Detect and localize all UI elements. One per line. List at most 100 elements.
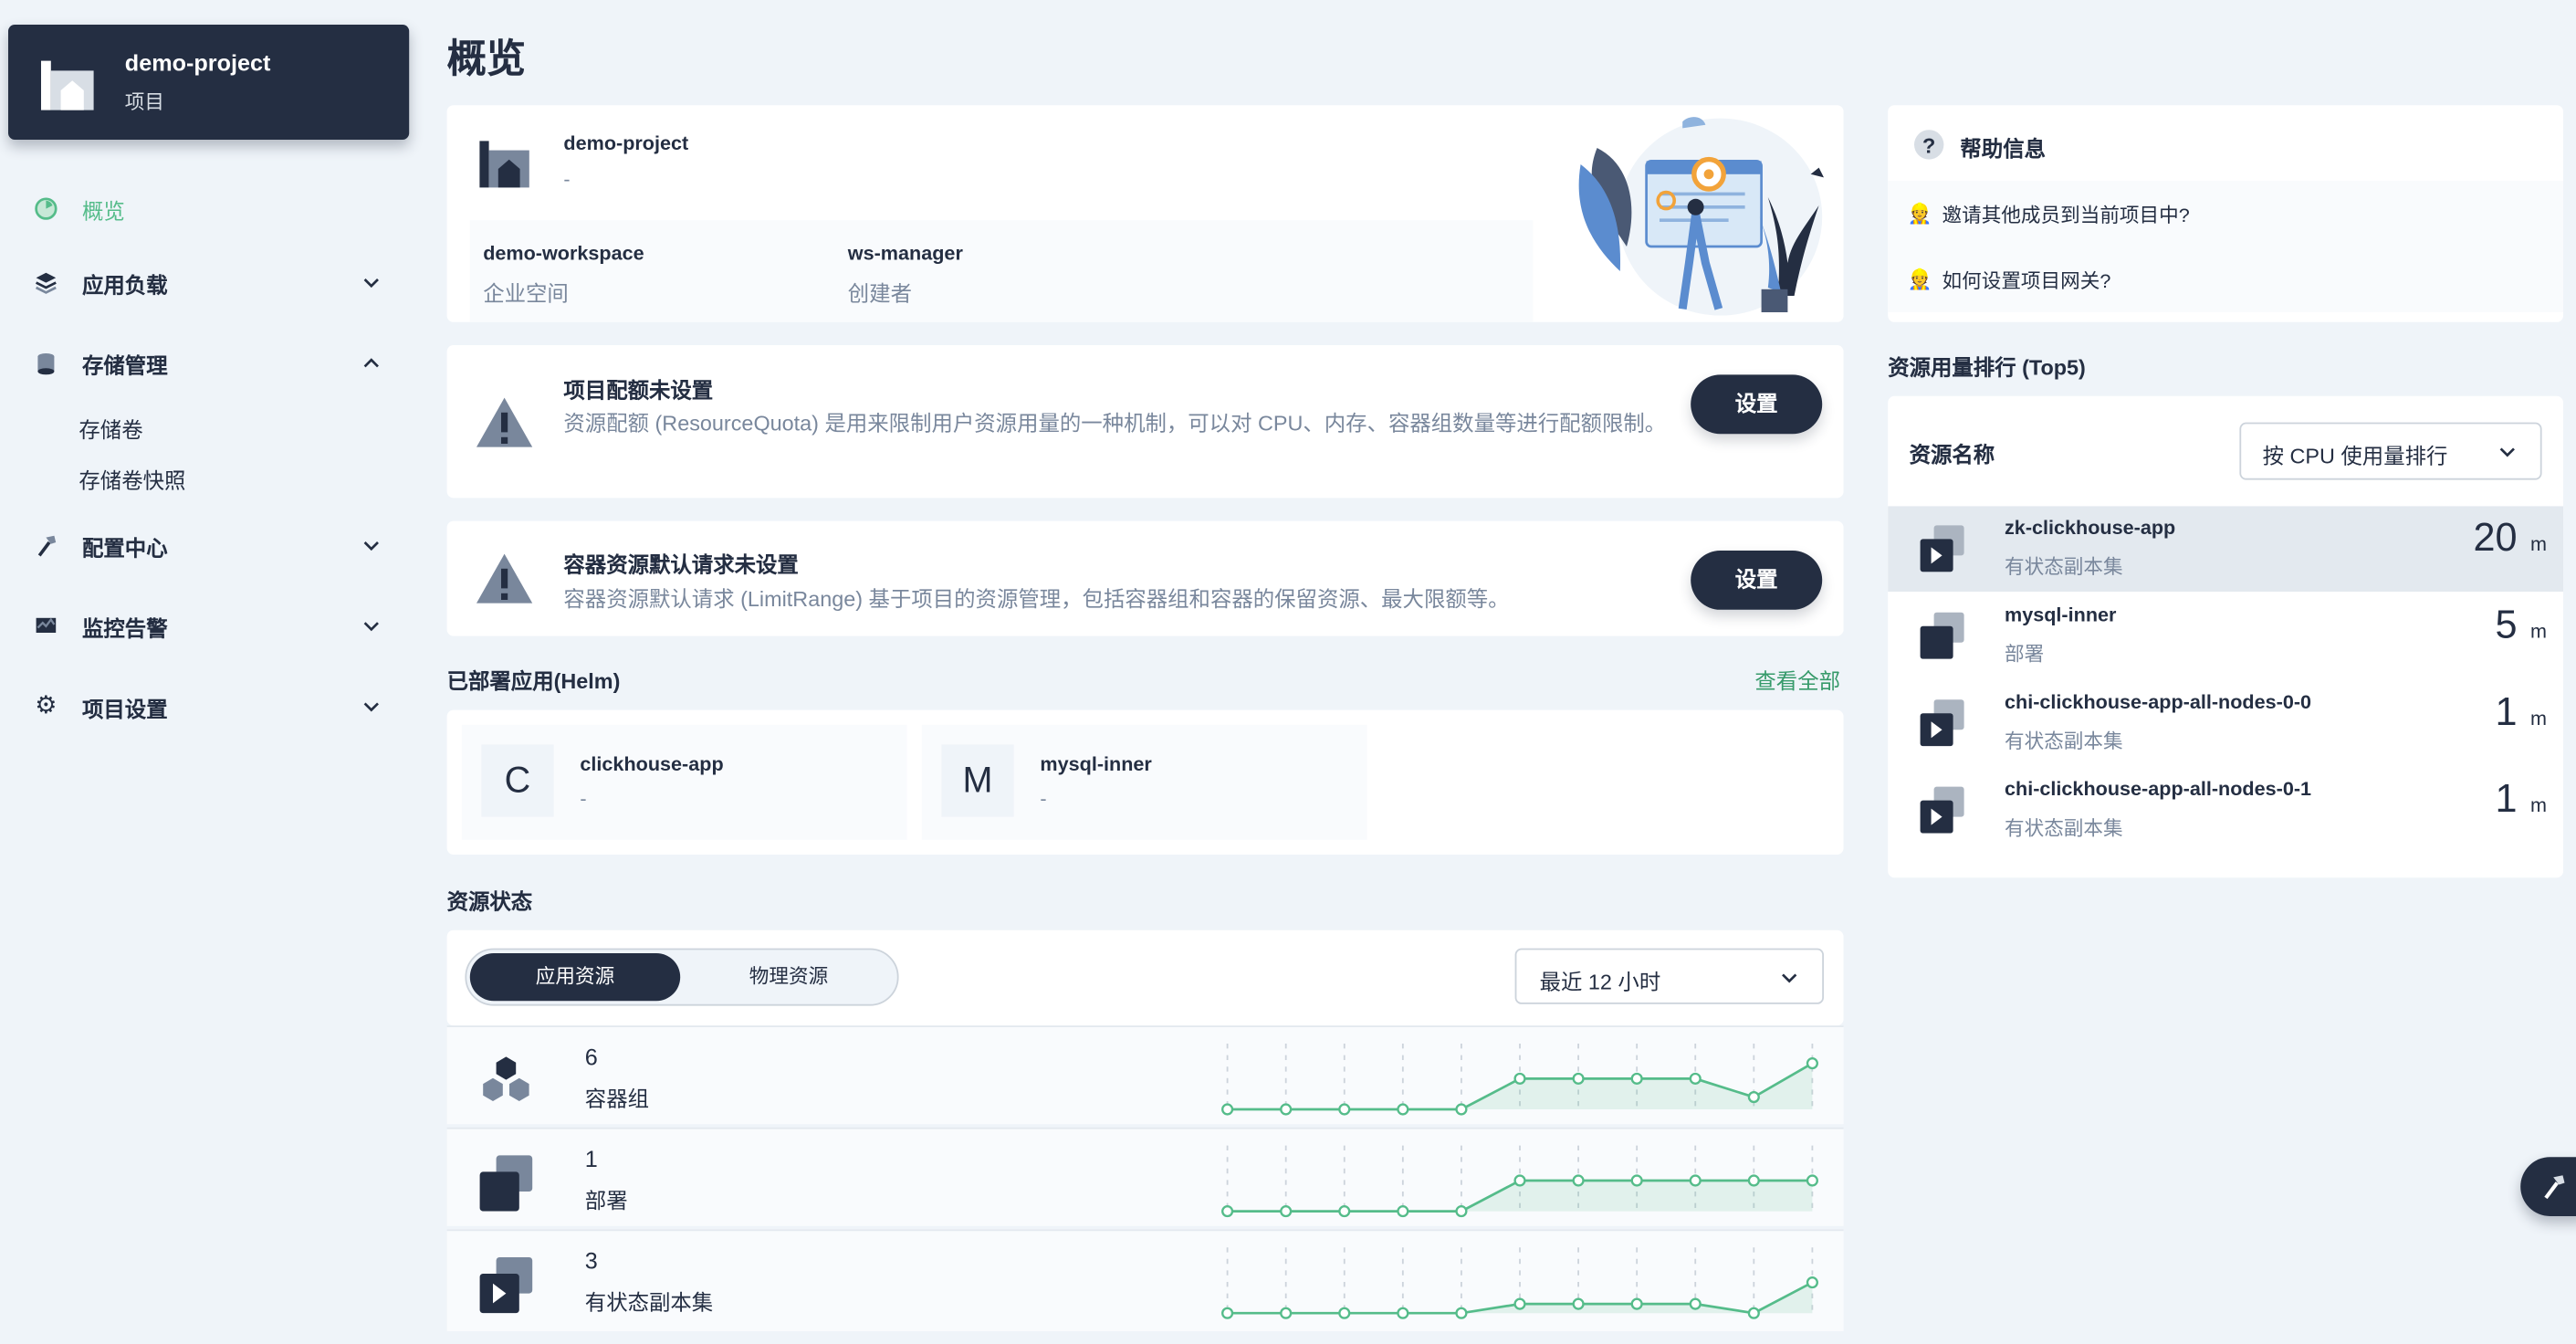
project-illustration: [1578, 117, 1824, 316]
workspace-label: 企业空间: [483, 280, 569, 306]
resource-count: 3: [584, 1247, 598, 1274]
resource-label: 部署: [584, 1188, 628, 1213]
resource-status-title: 资源状态: [446, 888, 533, 914]
ranking-resource-type: 有状态副本集: [2005, 816, 2123, 840]
resource-label: 容器组: [584, 1086, 650, 1111]
chevron-down-icon: [2499, 447, 2515, 457]
trend-point: [1806, 1174, 1818, 1187]
project-info-card: demo-project - demo-workspace 企业空间 ws-ma…: [446, 105, 1844, 322]
trend-point: [1572, 1072, 1585, 1085]
hammer-icon: [2544, 1175, 2565, 1200]
warning-icon: [476, 397, 533, 447]
trend-point: [1455, 1307, 1468, 1319]
project-card[interactable]: demo-project 项目: [8, 25, 410, 140]
project-meta: [469, 220, 1534, 322]
project-name: demo-project: [124, 49, 271, 76]
trend-point: [1221, 1103, 1234, 1116]
trend-point: [1630, 1072, 1643, 1085]
sidebar-item-overview[interactable]: 概览: [33, 189, 394, 228]
person-icon: 👷: [1907, 202, 1932, 226]
trend-point: [1806, 1276, 1818, 1289]
quota-warning-card: 项目配额未设置 资源配额 (ResourceQuota) 是用来限制用户资源用量…: [446, 345, 1844, 499]
tab-app-resources[interactable]: 应用资源: [469, 953, 681, 1002]
resource-count: 6: [584, 1044, 598, 1070]
sidebar-item-label: 概览: [82, 197, 125, 223]
ranking-sort-select[interactable]: 按 CPU 使用量排行: [2239, 422, 2542, 480]
resource-row-statefulsets[interactable]: 3 有状态副本集: [446, 1229, 1844, 1331]
help-item-label: 邀请其他成员到当前项目中?: [1942, 203, 2190, 226]
sidebar-item-monitoring[interactable]: 监控告警: [33, 606, 394, 646]
trend-point: [1513, 1174, 1526, 1187]
ranking-row[interactable]: chi-clickhouse-app-all-nodes-0-0 有状态副本集 …: [1888, 680, 2563, 766]
view-all-link[interactable]: 查看全部: [1754, 664, 1840, 695]
resource-row-deployments[interactable]: 1 部署: [446, 1127, 1844, 1226]
trend-point: [1455, 1205, 1468, 1218]
limitrange-warning-title: 容器资源默认请求未设置: [563, 551, 799, 577]
sidebar-subitem-volumes[interactable]: 存储卷: [79, 413, 142, 444]
chevron-down-icon: [363, 278, 379, 289]
trend-point: [1280, 1205, 1293, 1218]
sidebar-item-config[interactable]: 配置中心: [33, 526, 394, 565]
app-name: clickhouse-app: [580, 752, 724, 776]
quota-warning-title: 项目配额未设置: [563, 378, 714, 403]
ranking-title: 资源用量排行 (Top5): [1888, 354, 2086, 380]
sidebar-item-storage[interactable]: 存储管理: [33, 343, 394, 383]
trend-point: [1397, 1205, 1409, 1218]
help-item-gateway[interactable]: 👷 如何设置项目网关?: [1888, 247, 2563, 312]
trend-point: [1397, 1307, 1409, 1319]
project-icon: [41, 60, 94, 110]
ranking-row[interactable]: mysql-inner 部署 5m: [1888, 593, 2563, 679]
sidebar-item-workloads[interactable]: 应用负载: [33, 263, 394, 302]
ranking-resource-name: chi-clickhouse-app-all-nodes-0-0: [2005, 690, 2312, 714]
time-range-select[interactable]: 最近 12 小时: [1514, 948, 1824, 1004]
trend-point: [1689, 1297, 1702, 1310]
quota-settings-button[interactable]: 设置: [1691, 374, 1823, 435]
ranking-resource-type: 部署: [2005, 642, 2045, 666]
trend-point: [1747, 1307, 1760, 1319]
quota-warning-desc: 资源配额 (ResourceQuota) 是用来限制用户资源用量的一种机制，可以…: [563, 411, 1667, 436]
trend-point: [1747, 1090, 1760, 1104]
statefulset-icon: [479, 1257, 533, 1314]
dashboard-icon: [33, 195, 59, 222]
ranking-resource-name: mysql-inner: [2005, 603, 2117, 626]
statefulset-icon: [1920, 786, 1964, 834]
sidebar-item-label: 存储管理: [82, 352, 168, 378]
trend-point: [1280, 1103, 1293, 1116]
trend-sparkline: [1221, 1145, 1818, 1218]
ranking-row[interactable]: chi-clickhouse-app-all-nodes-0-1 有状态副本集 …: [1888, 768, 2563, 854]
ranking-value: 20 m: [2473, 516, 2547, 561]
limitrange-warning-card: 容器资源默认请求未设置 容器资源默认请求 (LimitRange) 基于项目的资…: [446, 520, 1844, 636]
trend-point: [1280, 1307, 1293, 1319]
resource-row-pods[interactable]: 6 容器组: [446, 1025, 1844, 1125]
creator-name: ws-manager: [847, 241, 963, 265]
ranking-resource-type: 有状态副本集: [2005, 730, 2123, 753]
helm-app-tile[interactable]: C clickhouse-app -: [461, 724, 907, 840]
floating-toolbox-button[interactable]: [2520, 1157, 2576, 1216]
ranking-value: 1m: [2495, 777, 2547, 822]
creator-label: 创建者: [847, 280, 913, 306]
trend-point: [1221, 1205, 1234, 1218]
ranking-row[interactable]: zk-clickhouse-app 有状态副本集 20 m: [1888, 506, 2563, 592]
sidebar-subitem-volume-snapshots[interactable]: 存储卷快照: [79, 464, 185, 495]
limitrange-warning-desc: 容器资源默认请求 (LimitRange) 基于项目的资源管理，包括容器组和容器…: [563, 586, 1510, 612]
app-desc: -: [580, 787, 587, 811]
helm-app-tile[interactable]: M mysql-inner -: [921, 724, 1367, 840]
resource-count: 1: [584, 1145, 598, 1172]
workspace-name[interactable]: demo-workspace: [483, 242, 644, 265]
trend-point: [1630, 1174, 1643, 1187]
trend-point: [1513, 1297, 1526, 1310]
limitrange-settings-button[interactable]: 设置: [1691, 551, 1823, 610]
sidebar-item-project-settings[interactable]: ⚙ 项目设置: [33, 687, 394, 726]
project-type-label: 项目: [124, 90, 165, 114]
sidebar-item-label: 监控告警: [82, 615, 168, 641]
ranking-value: 5m: [2495, 603, 2547, 648]
app-desc: -: [1040, 787, 1047, 811]
helm-section-title: 已部署应用(Helm): [446, 668, 621, 694]
ranking-sort-value: 按 CPU 使用量排行: [2262, 444, 2448, 468]
question-icon: ?: [1914, 130, 1944, 160]
tab-physical-resources[interactable]: 物理资源: [684, 953, 894, 1001]
svg-text:?: ?: [1922, 133, 1935, 157]
ranking-resource-name: zk-clickhouse-app: [2005, 516, 2176, 540]
app-name: mysql-inner: [1040, 752, 1152, 776]
help-item-invite[interactable]: 👷 邀请其他成员到当前项目中?: [1888, 181, 2563, 247]
